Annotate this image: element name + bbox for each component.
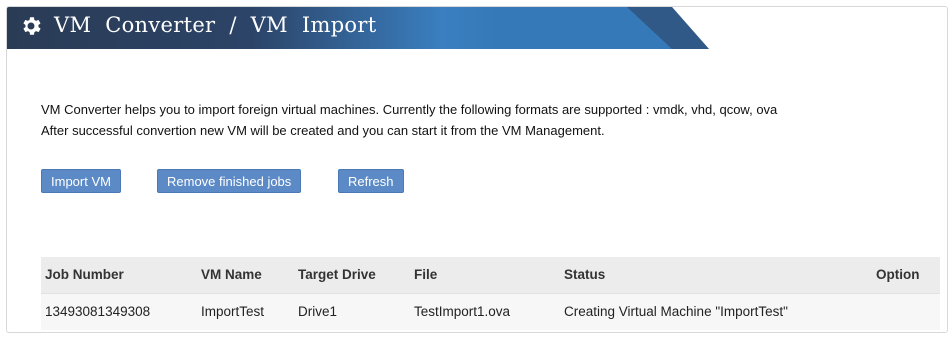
column-header-status[interactable]: Status: [564, 257, 605, 293]
column-header-option[interactable]: Option: [876, 257, 920, 293]
vm-name-cell: ImportTest: [201, 304, 265, 319]
table-row[interactable]: 13493081349308 ImportTest Drive1 TestImp…: [41, 293, 940, 330]
panel-header: VM Converter / VM Import: [7, 7, 947, 49]
file-cell: TestImport1.ova: [414, 304, 511, 319]
page-title: VM Converter / VM Import: [54, 13, 377, 37]
job-number-cell: 13493081349308: [45, 304, 151, 319]
column-header-job-number[interactable]: Job Number: [45, 257, 124, 293]
column-header-file[interactable]: File: [414, 257, 437, 293]
remove-finished-jobs-button[interactable]: Remove finished jobs: [157, 169, 302, 193]
target-drive-cell: Drive1: [298, 304, 338, 319]
intro-text: VM Converter helps you to import foreign…: [41, 99, 777, 141]
refresh-button[interactable]: Refresh: [338, 169, 404, 193]
intro-line-formats: VM Converter helps you to import foreign…: [41, 102, 778, 117]
vm-import-panel: VM Converter / VM Import VM Converter he…: [6, 6, 948, 333]
status-cell: Creating Virtual Machine "ImportTest": [564, 304, 788, 319]
table-header: Job Number VM Name Target Drive File Sta…: [41, 257, 940, 293]
column-header-vm-name[interactable]: VM Name: [201, 257, 262, 293]
column-header-target-drive[interactable]: Target Drive: [298, 257, 376, 293]
import-jobs-table: Job Number VM Name Target Drive File Sta…: [41, 257, 940, 330]
intro-line-management: After successful convertion new VM will …: [41, 123, 605, 138]
import-vm-button[interactable]: Import VM: [41, 169, 121, 193]
gear-icon: [23, 17, 41, 35]
